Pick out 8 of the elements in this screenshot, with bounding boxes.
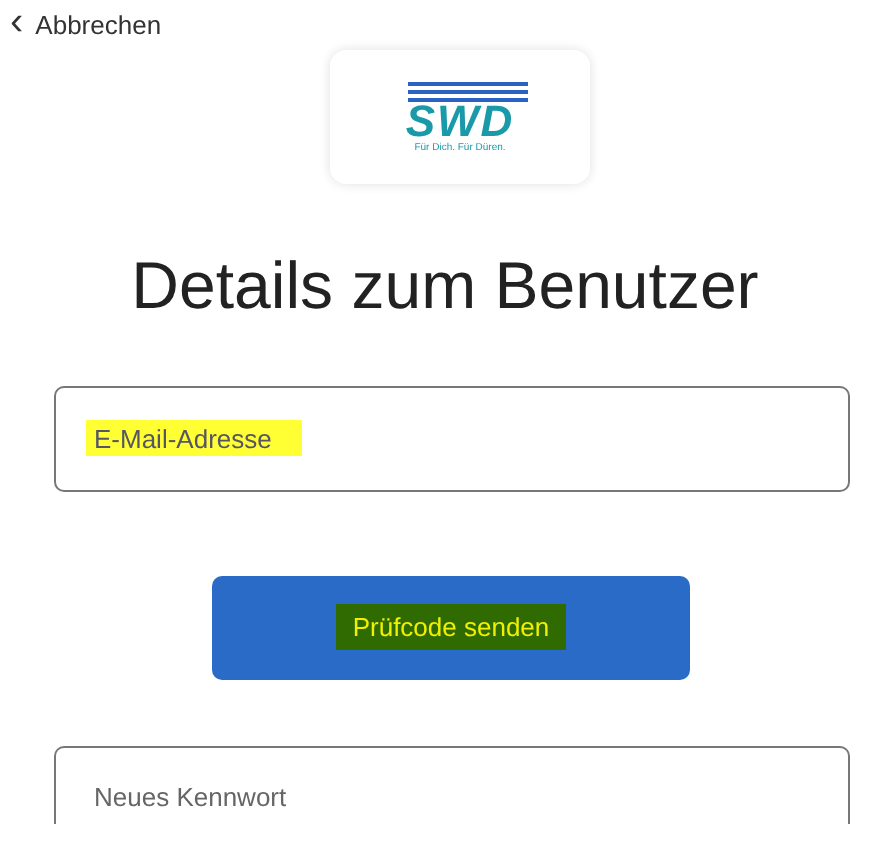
send-code-button[interactable]: Prüfcode senden [212,575,690,679]
back-link[interactable]: ‹ Abbrechen [0,0,162,44]
password-field[interactable]: Neues Kennwort [54,745,850,823]
email-field[interactable]: E-Mail-Adresse [54,385,850,491]
back-icon: ‹ [10,2,24,42]
stripes-icon [408,81,528,101]
logo-text: SWD [405,101,515,141]
page-heading: Details zum Benutzer [129,246,761,326]
